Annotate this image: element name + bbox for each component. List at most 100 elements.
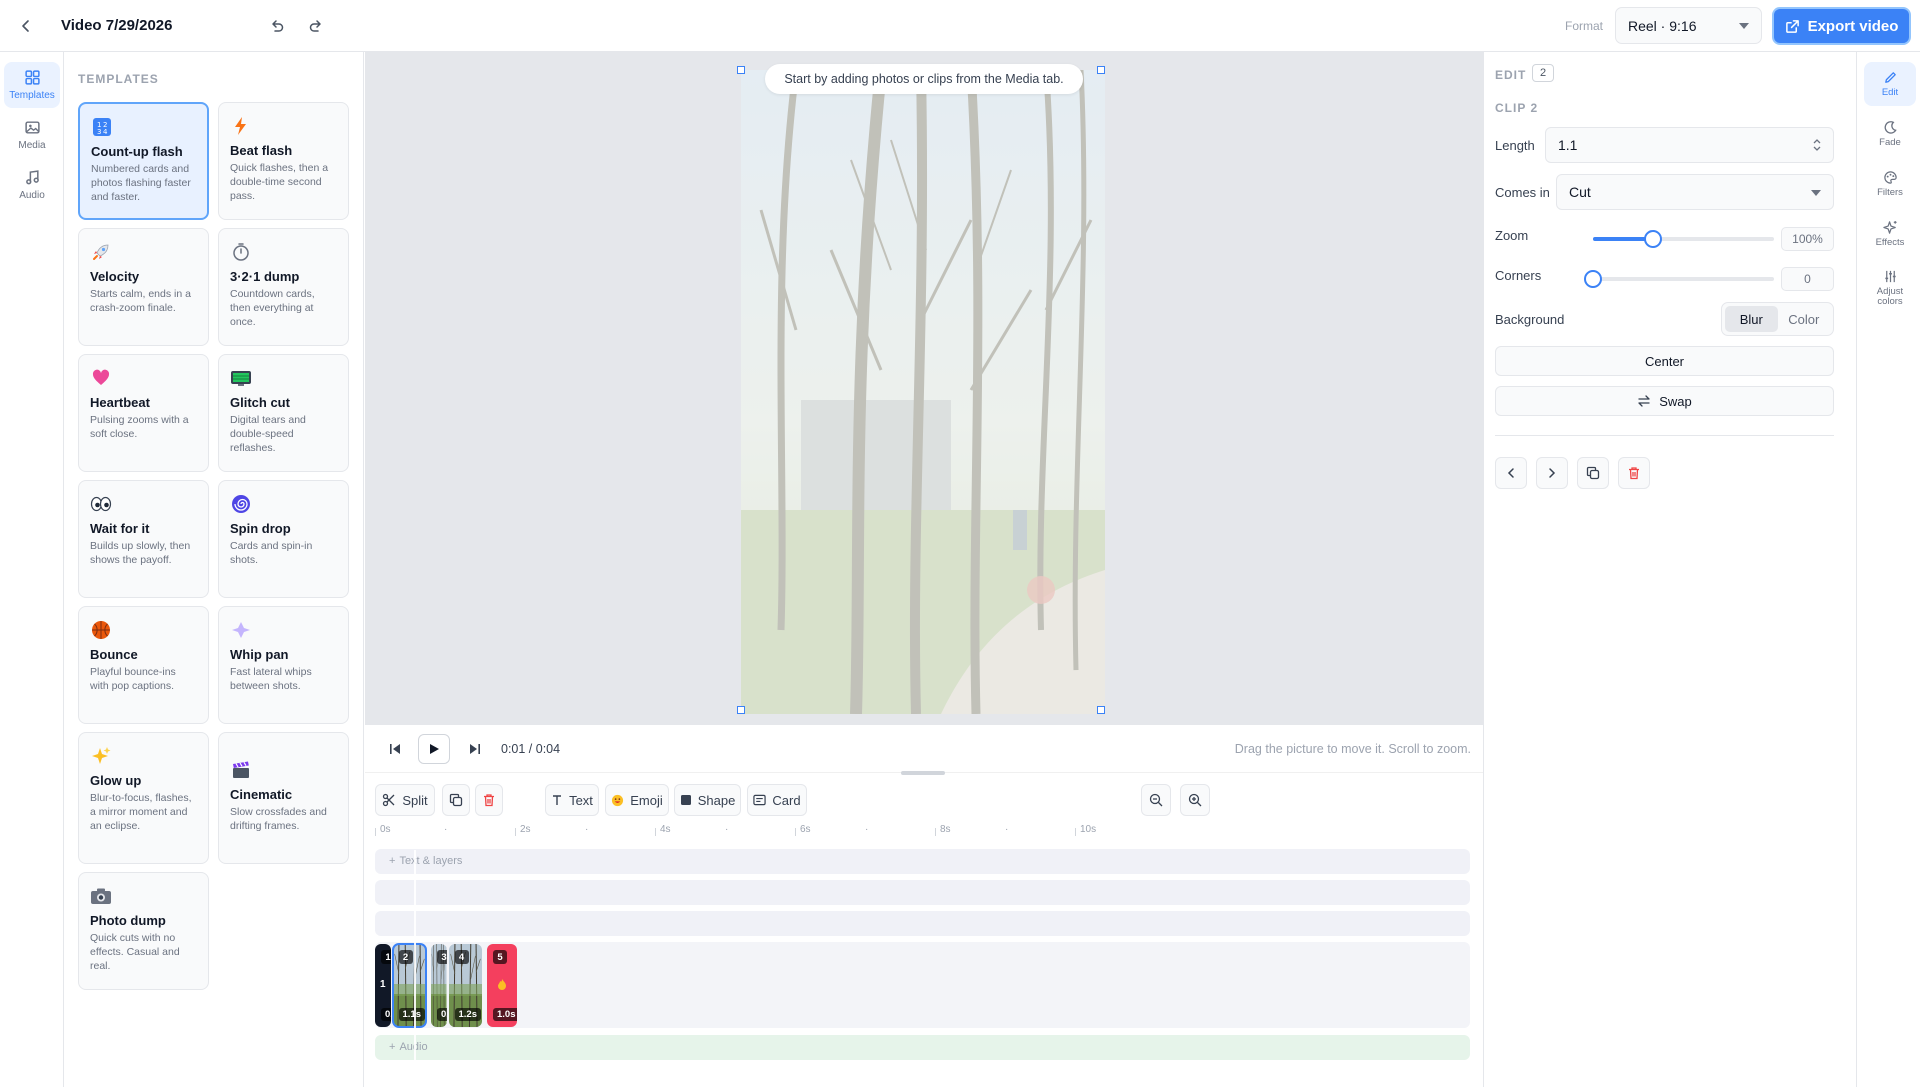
music-icon [25, 170, 39, 185]
rail-label: Filters [1877, 187, 1903, 198]
template-name: 3·2·1 dump [230, 269, 300, 284]
rail-label: Templates [9, 90, 55, 101]
ruler-tick: 0s [380, 824, 391, 835]
skip-forward-button[interactable] [459, 733, 491, 765]
template-bounce[interactable]: Bounce Playful bounce-ins with pop capti… [78, 606, 209, 724]
resize-handle[interactable] [737, 66, 745, 74]
clip-number: 5 [493, 950, 507, 964]
template-heartbeat[interactable]: Heartbeat Pulsing zooms with a soft clos… [78, 354, 209, 472]
document-title[interactable]: Video 7/29/2026 [61, 17, 172, 34]
delete-clip-button[interactable] [1618, 457, 1650, 489]
rail-adjust-colors[interactable]: Adjust colors [1864, 262, 1916, 314]
skip-forward-icon [470, 744, 480, 754]
skip-back-icon [390, 744, 400, 754]
template-photo-dump[interactable]: Photo dump Quick cuts with no effects. C… [78, 872, 209, 990]
previous-clip-button[interactable] [1495, 457, 1527, 489]
next-clip-button[interactable] [1536, 457, 1568, 489]
delete-button[interactable] [475, 784, 503, 816]
rail-audio[interactable]: Audio [4, 162, 60, 208]
zoom-value[interactable]: 100% [1781, 227, 1834, 251]
clip-number: 4 [454, 950, 469, 964]
resize-handle[interactable] [1097, 706, 1105, 714]
template-desc: Slow crossfades and drifting frames. [230, 806, 327, 832]
template-beat-flash[interactable]: Beat flash Quick flashes, then a double-… [218, 102, 349, 220]
templates-panel: TEMPLATES 1234 Count-up flash Numbered c… [64, 52, 364, 1087]
export-video-button[interactable]: Export video [1772, 7, 1911, 45]
rail-edit[interactable]: Edit [1864, 62, 1916, 106]
timeline-clip[interactable]: 2 1.1s [391, 943, 427, 1028]
back-button[interactable] [10, 10, 42, 42]
resize-handle[interactable] [737, 706, 745, 714]
template-321-dump[interactable]: 3·2·1 dump Countdown cards, then everyth… [218, 228, 349, 346]
background-color-option[interactable]: Color [1778, 306, 1831, 332]
template-count-up-flash[interactable]: 1234 Count-up flash Numbered cards and p… [78, 102, 209, 220]
timeline-clip[interactable]: 5 1.0s [487, 944, 517, 1027]
undo-button[interactable] [261, 10, 293, 42]
playhead[interactable] [414, 850, 416, 1060]
template-whip-pan[interactable]: Whip pan Fast lateral whips between shot… [218, 606, 349, 724]
add-card-button[interactable]: Card [747, 784, 807, 816]
timeline-ruler[interactable]: 0s · 2s · 4s · 6s · 8s · 10s [375, 820, 1473, 842]
rail-templates[interactable]: Templates [4, 62, 60, 108]
template-glow-up[interactable]: Glow up Blur-to-focus, flashes, a mirror… [78, 732, 209, 864]
duplicate-clip-button[interactable] [1577, 457, 1609, 489]
panel-resize-grip[interactable] [901, 771, 945, 775]
rail-fade[interactable]: Fade [1864, 112, 1916, 156]
zoom-out-button[interactable] [1141, 784, 1171, 816]
rail-media[interactable]: Media [4, 112, 60, 158]
canvas-area[interactable]: Start by adding photos or clips from the… [365, 52, 1483, 725]
undo-icon [272, 20, 284, 32]
resize-handle[interactable] [1097, 66, 1105, 74]
rail-effects[interactable]: Effects [1864, 212, 1916, 256]
comes-in-value: Cut [1569, 184, 1591, 200]
ruler-tick: 10s [1080, 824, 1097, 835]
center-button[interactable]: Center [1495, 346, 1834, 376]
zoom-out-icon [1149, 793, 1163, 807]
plus-icon: + [389, 1041, 396, 1053]
length-input[interactable]: 1.1 [1545, 127, 1834, 163]
template-spin-drop[interactable]: Spin drop Cards and spin-in shots. [218, 480, 349, 598]
redo-button[interactable] [300, 10, 332, 42]
audio-track[interactable]: + Audio [375, 1035, 1470, 1060]
stepper-icon[interactable] [1813, 138, 1821, 152]
chevron-down-icon [1811, 190, 1821, 196]
add-emoji-button[interactable]: Emoji [605, 784, 669, 816]
scissors-icon [383, 793, 395, 807]
template-wait-for-it[interactable]: Wait for it Builds up slowly, then shows… [78, 480, 209, 598]
overlay-track[interactable] [375, 880, 1470, 905]
corners-slider[interactable] [1584, 270, 1774, 288]
add-text-button[interactable]: Text [545, 784, 599, 816]
zoom-slider[interactable] [1593, 230, 1774, 248]
overlay-track[interactable] [375, 911, 1470, 936]
template-glitch-cut[interactable]: Glitch cut Digital tears and double-spee… [218, 354, 349, 472]
swap-button[interactable]: Swap [1495, 386, 1834, 416]
comes-in-select[interactable]: Cut [1556, 174, 1834, 210]
zoom-in-icon [1188, 793, 1202, 807]
template-velocity[interactable]: Velocity Starts calm, ends in a crash-zo… [78, 228, 209, 346]
timeline-clip[interactable]: 3 0. [431, 944, 447, 1027]
video-track[interactable] [375, 942, 1470, 1028]
template-desc: Countdown cards, then everything at once… [230, 288, 315, 328]
format-select[interactable]: Reel · 9:16 [1615, 7, 1762, 44]
corners-value[interactable]: 0 [1781, 267, 1834, 291]
trash-icon [1629, 467, 1639, 480]
skip-back-button[interactable] [379, 733, 411, 765]
timeline-clip[interactable]: 4 1.2s [448, 944, 482, 1027]
template-name: Cinematic [230, 787, 293, 802]
zoom-in-button[interactable] [1180, 784, 1210, 816]
add-shape-button[interactable]: Shape [674, 784, 741, 816]
video-preview-frame[interactable] [741, 70, 1105, 714]
play-button[interactable] [418, 734, 450, 764]
palette-icon [1883, 171, 1897, 184]
corners-label: Corners [1495, 268, 1542, 283]
template-cinematic[interactable]: Cinematic Slow crossfades and drifting f… [218, 732, 349, 864]
split-button[interactable]: Split [375, 784, 435, 816]
zoom-slider-knob[interactable] [1643, 230, 1662, 248]
background-blur-option[interactable]: Blur [1725, 306, 1778, 332]
grid-icon [24, 70, 40, 85]
duplicate-button[interactable] [442, 784, 470, 816]
timeline-clip[interactable]: 1 0.6s 1 [375, 944, 391, 1027]
text-layers-track[interactable]: + Text & layers [375, 849, 1470, 874]
corners-slider-knob[interactable] [1584, 270, 1602, 288]
rail-filters[interactable]: Filters [1864, 162, 1916, 206]
